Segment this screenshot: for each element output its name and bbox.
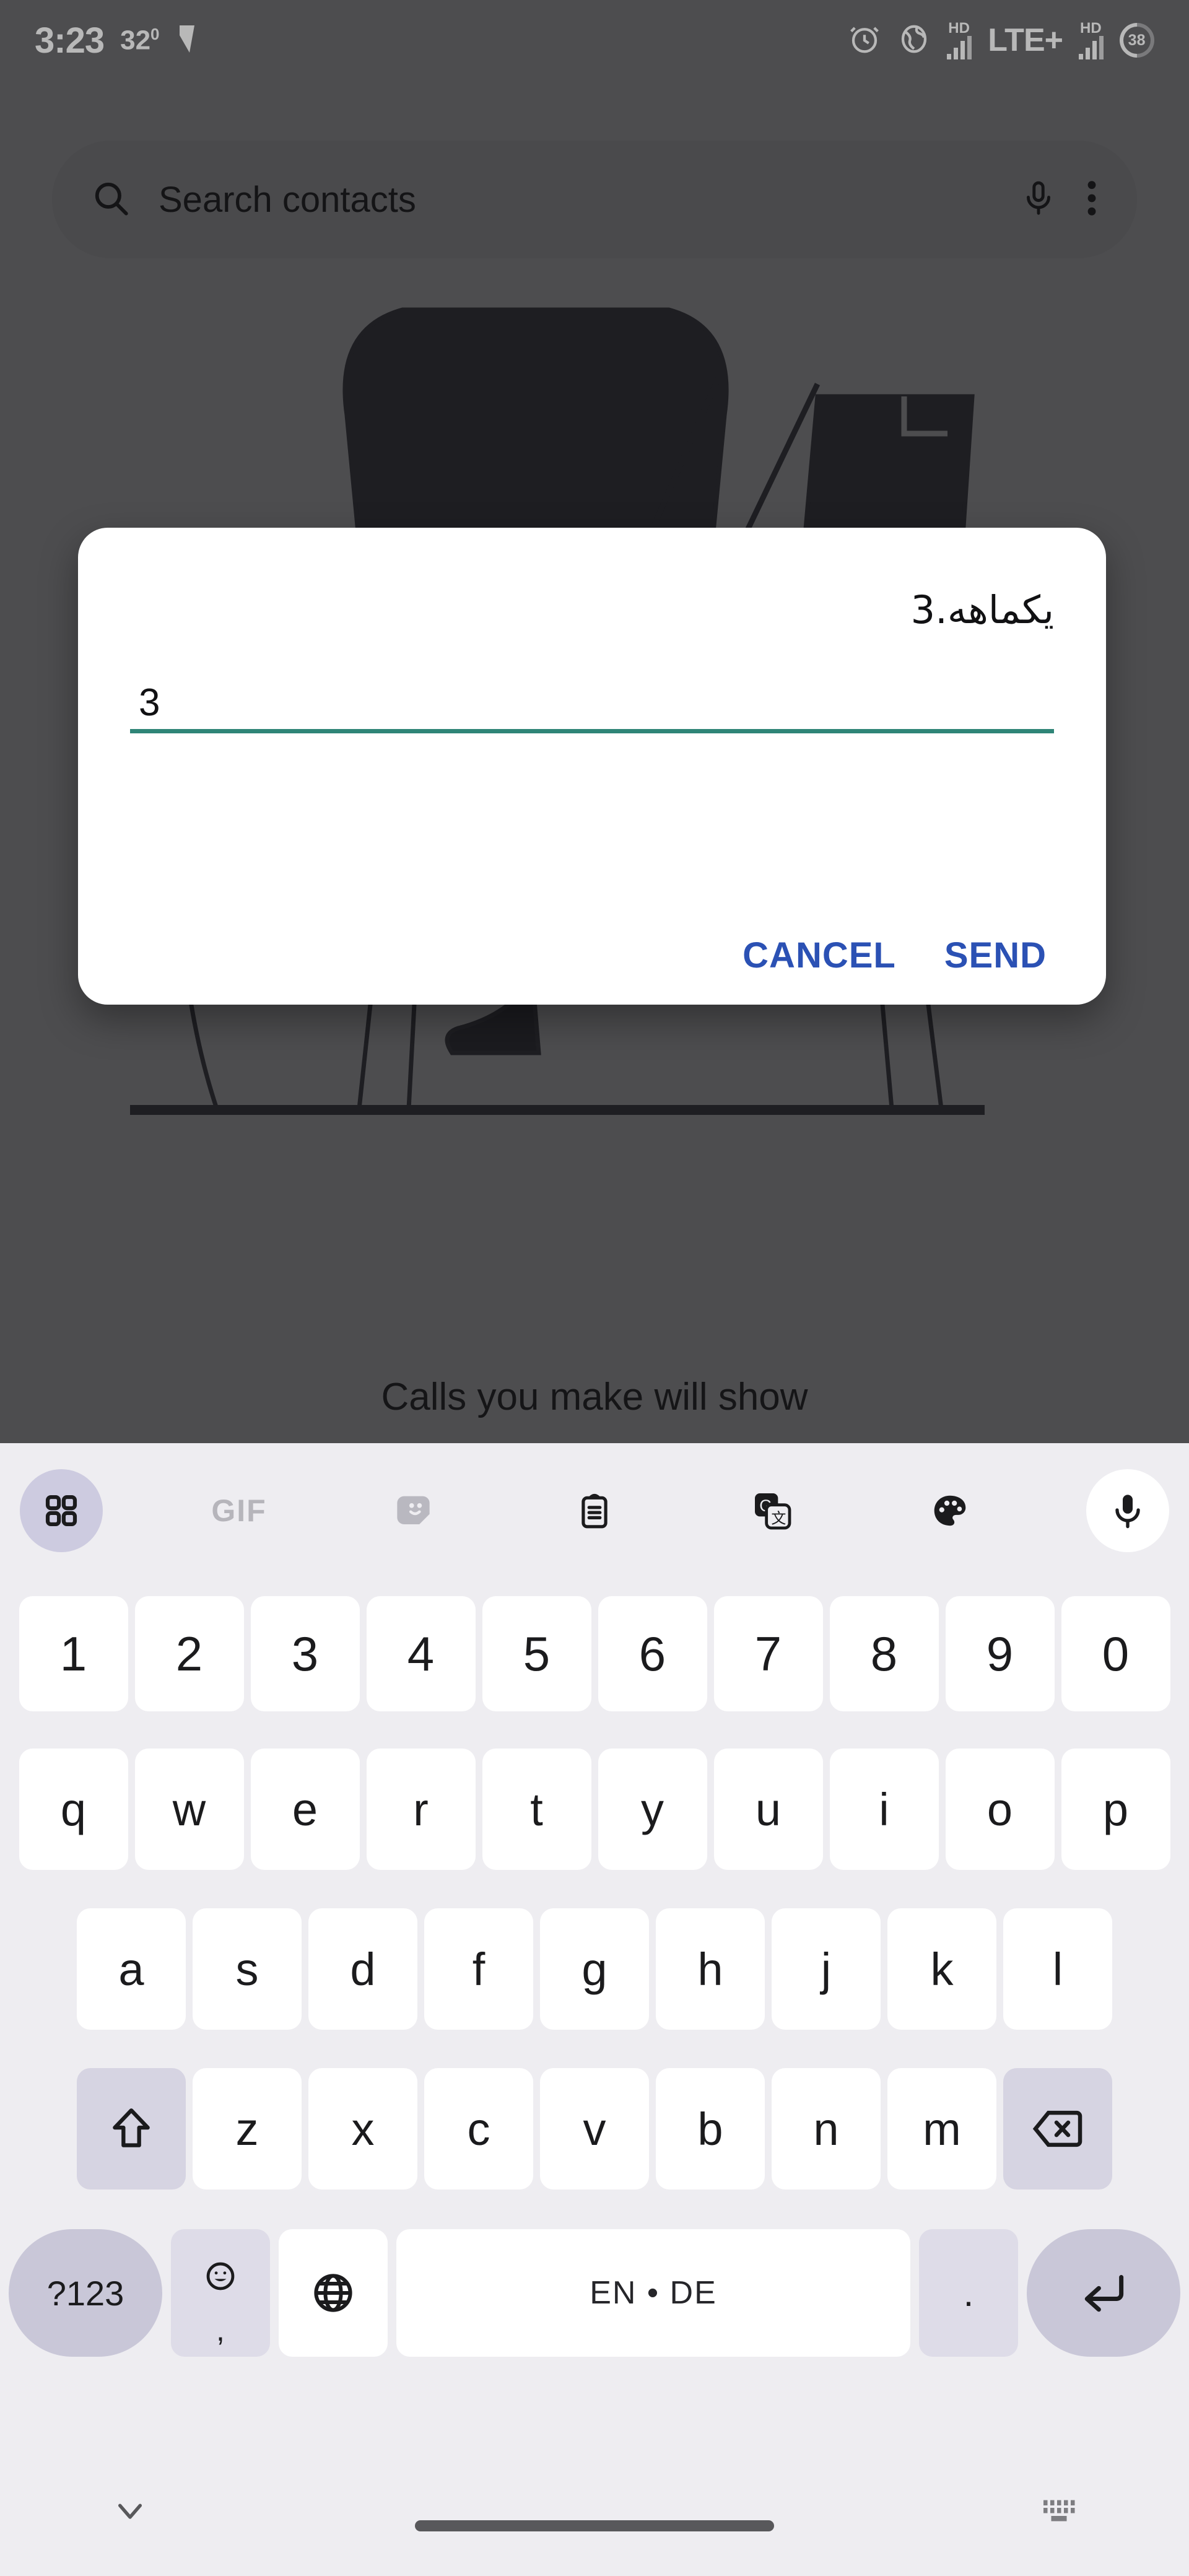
translate-icon[interactable]: G 文 <box>731 1469 814 1552</box>
dialog-input-underline <box>130 729 1054 733</box>
key-x[interactable]: x <box>308 2068 417 2190</box>
key-v[interactable]: v <box>540 2068 649 2190</box>
key-5[interactable]: 5 <box>482 1596 591 1711</box>
keyboard-row-numbers: 1 2 3 4 5 6 7 8 9 0 <box>0 1578 1189 1729</box>
dialog-title: یکماهه.3 <box>910 587 1054 632</box>
key-k[interactable]: k <box>887 1908 996 2030</box>
key-u[interactable]: u <box>713 1749 823 1870</box>
shift-key[interactable] <box>77 2068 186 2190</box>
key-q[interactable]: q <box>19 1749 128 1870</box>
key-f[interactable]: f <box>424 1908 533 2030</box>
period-key[interactable]: . <box>919 2229 1018 2357</box>
clipboard-icon[interactable] <box>553 1469 636 1552</box>
keyboard-row-top: q w e r t y u i o p <box>0 1729 1189 1889</box>
key-c[interactable]: c <box>424 2068 533 2190</box>
keyboard-switch-icon[interactable] <box>1040 2495 1078 2530</box>
on-screen-keyboard: GIF G 文 1 2 3 4 5 6 7 8 9 0 q w e r t y … <box>0 1443 1189 2576</box>
send-button[interactable]: SEND <box>944 935 1047 976</box>
key-w[interactable]: w <box>134 1749 244 1870</box>
key-a[interactable]: a <box>77 1908 186 2030</box>
comma-label: , <box>216 2312 225 2347</box>
keyboard-row-home: a s d f g h j k l <box>0 1889 1189 2049</box>
emoji-key[interactable]: , <box>171 2229 270 2357</box>
keyboard-row-functions: ?123 , EN • DE . <box>0 2209 1189 2377</box>
phone-screen: 3:23 320 HD LTE+ HD 38 Search contacts C… <box>0 0 1189 2576</box>
palette-icon[interactable] <box>908 1469 991 1552</box>
key-2[interactable]: 2 <box>134 1596 244 1711</box>
key-z[interactable]: z <box>193 2068 302 2190</box>
key-l[interactable]: l <box>1003 1908 1112 2030</box>
keyboard-row-bottom-letters: z x c v b n m <box>0 2049 1189 2209</box>
key-p[interactable]: p <box>1061 1749 1170 1870</box>
navigation-bar <box>0 2449 1189 2576</box>
grid-four-dots-icon[interactable] <box>20 1469 103 1552</box>
key-d[interactable]: d <box>308 1908 417 2030</box>
chevron-down-icon[interactable] <box>111 2492 149 2533</box>
smiley-icon <box>204 2250 237 2303</box>
gif-icon[interactable]: GIF <box>198 1469 281 1552</box>
key-o[interactable]: o <box>945 1749 1055 1870</box>
microphone-icon[interactable] <box>1086 1469 1169 1552</box>
key-3[interactable]: 3 <box>250 1596 360 1711</box>
svg-text:文: 文 <box>771 1510 786 1527</box>
symbols-key[interactable]: ?123 <box>9 2229 162 2357</box>
input-dialog: یکماهه.3 3 CANCEL SEND <box>78 528 1106 1005</box>
globe-language-icon[interactable] <box>279 2229 388 2357</box>
key-1[interactable]: 1 <box>19 1596 128 1711</box>
key-h[interactable]: h <box>656 1908 765 2030</box>
key-t[interactable]: t <box>482 1749 591 1870</box>
keyboard-toolbar: GIF G 文 <box>0 1443 1189 1578</box>
key-9[interactable]: 9 <box>945 1596 1055 1711</box>
key-b[interactable]: b <box>656 2068 765 2190</box>
key-y[interactable]: y <box>598 1749 707 1870</box>
dialog-actions: CANCEL SEND <box>130 935 1054 976</box>
dialog-text-input[interactable]: 3 <box>130 677 1054 729</box>
key-8[interactable]: 8 <box>829 1596 939 1711</box>
gif-label: GIF <box>211 1493 267 1528</box>
key-r[interactable]: r <box>366 1749 476 1870</box>
key-e[interactable]: e <box>250 1749 360 1870</box>
dialog-input-field[interactable]: 3 <box>130 677 1054 733</box>
key-i[interactable]: i <box>829 1749 939 1870</box>
key-m[interactable]: m <box>887 2068 996 2190</box>
sticker-icon[interactable] <box>375 1469 458 1552</box>
space-key[interactable]: EN • DE <box>396 2229 910 2357</box>
key-0[interactable]: 0 <box>1061 1596 1170 1711</box>
enter-key[interactable] <box>1027 2229 1180 2357</box>
key-s[interactable]: s <box>193 1908 302 2030</box>
key-j[interactable]: j <box>772 1908 881 2030</box>
backspace-icon[interactable] <box>1003 2068 1112 2190</box>
home-gesture-pill[interactable] <box>415 2520 774 2531</box>
key-4[interactable]: 4 <box>366 1596 476 1711</box>
cancel-button[interactable]: CANCEL <box>743 935 896 976</box>
key-n[interactable]: n <box>772 2068 881 2190</box>
key-6[interactable]: 6 <box>598 1596 707 1711</box>
key-7[interactable]: 7 <box>713 1596 823 1711</box>
key-g[interactable]: g <box>540 1908 649 2030</box>
